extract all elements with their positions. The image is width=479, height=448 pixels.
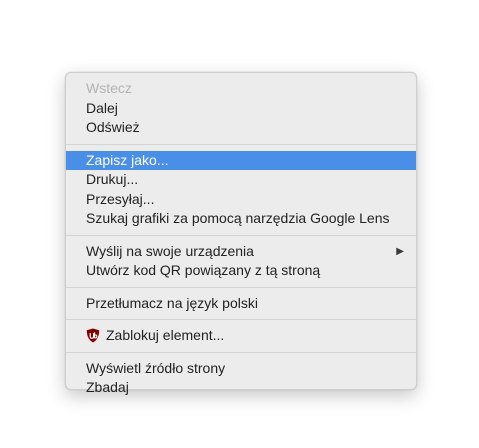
submenu-arrow-icon: ▶ <box>396 245 404 257</box>
menu-separator <box>66 351 416 353</box>
menu-separator <box>66 143 416 145</box>
menu-item-block-element[interactable]: Zablokuj element... <box>66 326 416 346</box>
menu-item-label: Wyświetl źródło strony <box>86 359 226 376</box>
menu-item-cast[interactable]: Przesyłaj... <box>66 190 416 210</box>
menu-item-print[interactable]: Drukuj... <box>66 170 416 190</box>
menu-item-send-to-devices[interactable]: Wyślij na swoje urządzenia ▶ <box>66 242 416 262</box>
menu-item-google-lens[interactable]: Szukaj grafiki za pomocą narzędzia Googl… <box>66 209 416 229</box>
menu-item-label: Zbadaj <box>86 379 129 395</box>
menu-item-forward[interactable]: Dalej <box>66 99 416 119</box>
menu-item-label: Zapisz jako... <box>86 151 169 168</box>
menu-item-label: Drukuj... <box>86 171 139 187</box>
menu-item-reload[interactable]: Odśwież <box>66 118 416 138</box>
menu-separator <box>66 286 416 288</box>
menu-item-label: Utwórz kod QR powiązany z tą stroną <box>86 262 321 278</box>
menu-item-qr-code[interactable]: Utwórz kod QR powiązany z tą stroną <box>66 261 416 281</box>
menu-item-save-as[interactable]: Zapisz jako... <box>66 150 416 170</box>
context-menu: Wstecz Dalej Odśwież Zapisz jako... Druk… <box>65 72 417 395</box>
menu-item-label: Przetłumacz na język polski <box>86 294 258 311</box>
menu-item-back: Wstecz <box>66 79 416 99</box>
menu-separator <box>66 319 416 320</box>
menu-item-label: Odśwież <box>86 119 140 135</box>
menu-item-label: Przesyłaj... <box>86 190 155 207</box>
menu-item-label: Szukaj grafiki za pomocą narzędzia Googl… <box>86 210 390 226</box>
menu-item-label: Dalej <box>86 99 118 116</box>
menu-item-label: Wstecz <box>86 80 132 96</box>
menu-item-label: Zablokuj element... <box>106 327 225 343</box>
menu-separator <box>66 234 416 236</box>
menu-item-translate[interactable]: Przetłumacz na język polski <box>66 294 416 314</box>
menu-item-view-source[interactable]: Wyświetl źródło strony <box>66 359 416 379</box>
menu-item-inspect[interactable]: Zbadaj <box>66 378 416 398</box>
ublock-origin-shield-icon <box>86 328 100 343</box>
menu-item-label: Wyślij na swoje urządzenia <box>86 242 254 259</box>
